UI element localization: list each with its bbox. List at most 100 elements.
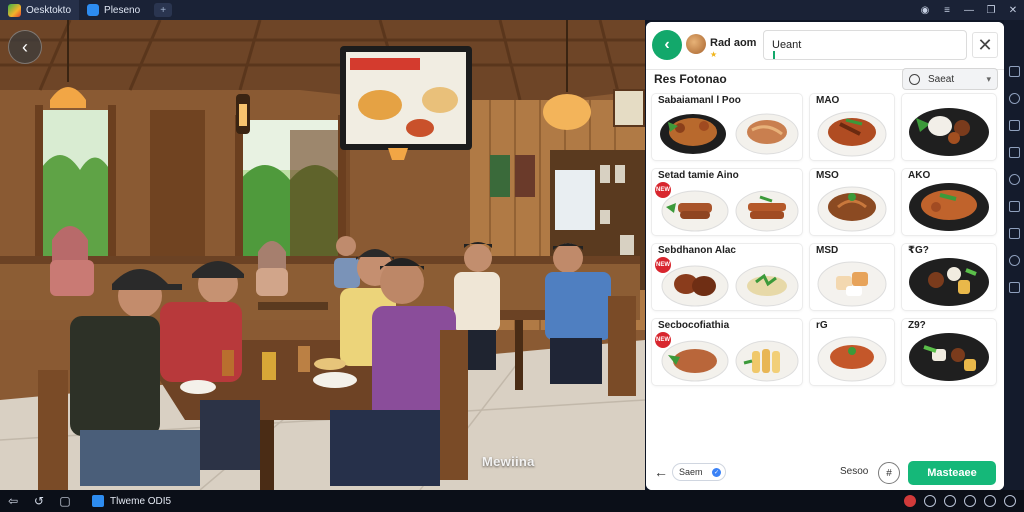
- volume-icon[interactable]: [1008, 93, 1020, 104]
- menu-grid: Sabaiamanl l Poo MAO Setad tamie Aino NE…: [652, 92, 998, 392]
- food-plate-image: [817, 186, 887, 232]
- food-plate-image: [909, 108, 989, 156]
- menu-item-card[interactable]: rG: [810, 319, 894, 385]
- food-plate-image: [817, 261, 887, 307]
- food-plate-image: [735, 340, 799, 382]
- share-tray-icon[interactable]: [964, 495, 976, 507]
- footer-back-icon[interactable]: ←: [654, 464, 668, 480]
- menu-item-card[interactable]: Sabaiamanl l Poo: [652, 94, 802, 160]
- menu-item-card[interactable]: Sebdhanon Alac NEW: [652, 244, 802, 310]
- menu-item-label: MSO: [816, 170, 839, 181]
- tab-app[interactable]: Pleseno: [79, 0, 148, 20]
- menu-item-label: Secbocofiathia: [658, 320, 730, 331]
- close-icon[interactable]: ✕: [972, 32, 998, 58]
- menu-row: Sabaiamanl l Poo MAO: [652, 92, 998, 167]
- chevron-down-icon: ▾: [986, 73, 991, 84]
- settings-icon[interactable]: [1008, 255, 1020, 266]
- hashtag-filter-button[interactable]: #: [878, 462, 900, 484]
- menu-item-card[interactable]: Setad tamie Aino NEW: [652, 169, 802, 235]
- primary-action-button[interactable]: Masteaee: [908, 461, 996, 485]
- clock-icon: [909, 73, 920, 85]
- new-tab-button[interactable]: +: [154, 3, 173, 17]
- search-input[interactable]: Ueant: [763, 30, 967, 60]
- menu-item-card[interactable]: MAO: [810, 94, 894, 160]
- restaurant-scene: ‹ Mewiina: [0, 20, 645, 490]
- food-plate-image: [817, 111, 887, 157]
- screenshot-icon[interactable]: [1008, 120, 1020, 131]
- food-plate-image: [661, 190, 729, 232]
- text-cursor: [773, 51, 775, 59]
- more-tray-icon[interactable]: [1004, 495, 1016, 507]
- tab-emulator-label: Oesktokto: [26, 4, 72, 16]
- section-title: Res Fotonao: [654, 72, 727, 86]
- record-tray-icon[interactable]: [904, 495, 916, 507]
- app-icon: [87, 4, 100, 16]
- fullscreen-icon[interactable]: [1008, 66, 1020, 77]
- title-bar: Oesktokto Pleseno + ◉ ≡ — ❐ ✕: [0, 0, 1024, 20]
- panel-footer: ← Saem ✓ Sesoo # Masteaee: [646, 454, 1004, 490]
- menu-item-card[interactable]: AKO: [902, 169, 996, 235]
- restaurant-illustration: [0, 20, 645, 490]
- recents-nav-icon[interactable]: ▢: [52, 494, 78, 508]
- maximize-icon[interactable]: ❐: [980, 0, 1002, 20]
- bottom-taskbar: ⇦ ↺ ▢ Tlweme ODI5: [0, 490, 1024, 512]
- menu-row: Setad tamie Aino NEW MSO AKO: [652, 167, 998, 242]
- menu-item-card[interactable]: MSD: [810, 244, 894, 310]
- taskbar-app[interactable]: Tlweme ODI5: [92, 495, 171, 507]
- minimize-icon[interactable]: —: [958, 0, 980, 20]
- menu-row: Secbocofiathia NEW rG Z9?: [652, 317, 998, 392]
- close-window-icon[interactable]: ✕: [1002, 0, 1024, 20]
- menu-item-label: Sebdhanon Alac: [658, 245, 736, 256]
- menu-item-label: Z9?: [908, 320, 926, 331]
- record-icon[interactable]: ◉: [914, 0, 936, 20]
- menu-item-card[interactable]: Secbocofiathia NEW: [652, 319, 802, 385]
- food-plate-image: [909, 333, 989, 381]
- scene-back-button[interactable]: ‹: [8, 30, 42, 64]
- location-tray-icon[interactable]: [944, 495, 956, 507]
- food-plate-image: [661, 340, 729, 382]
- menu-item-card[interactable]: [902, 94, 996, 160]
- taskbar-tray: [904, 495, 1016, 507]
- more-icon[interactable]: [1008, 282, 1020, 293]
- menu-item-label: Setad tamie Aino: [658, 170, 739, 181]
- menu-item-label: rG: [816, 320, 828, 331]
- menu-item-label: MAO: [816, 95, 840, 106]
- shake-icon[interactable]: [1008, 201, 1020, 212]
- panel-back-button[interactable]: ‹: [652, 30, 682, 60]
- camera-tray-icon[interactable]: [924, 495, 936, 507]
- rating-star-icon: ★: [710, 50, 718, 59]
- food-plate-image: [909, 183, 989, 231]
- food-plate-image: [817, 336, 887, 382]
- taskbar-app-label: Tlweme ODI5: [110, 495, 172, 507]
- chip-check-icon: ✓: [712, 467, 721, 477]
- gamepad-tray-icon[interactable]: [984, 495, 996, 507]
- food-plate-image: [735, 190, 799, 232]
- restaurant-avatar: [686, 34, 706, 54]
- tab-app-label: Pleseno: [104, 4, 141, 16]
- menu-item-card[interactable]: Z9?: [902, 319, 996, 385]
- menu-item-label: Sabaiamanl l Poo: [658, 95, 741, 106]
- home-nav-icon[interactable]: ↺: [26, 494, 52, 508]
- search-input-value: Ueant: [772, 39, 802, 51]
- emulator-sidebar: [1004, 20, 1024, 490]
- keyboard-icon[interactable]: [1008, 147, 1020, 158]
- filter-chip[interactable]: Saem ✓: [672, 463, 726, 481]
- menu-icon[interactable]: ≡: [936, 0, 958, 20]
- footer-text: Sesoo: [840, 466, 869, 477]
- menu-item-card[interactable]: MSO: [810, 169, 894, 235]
- scene-watermark: Mewiina: [482, 454, 535, 469]
- food-plate-image: [735, 265, 799, 307]
- panel-header: ‹ Rad aom ★ Ueant ✕: [646, 22, 1004, 70]
- rotate-icon[interactable]: [1008, 228, 1020, 239]
- menu-panel: ‹ Rad aom ★ Ueant ✕ Res Fotonao Saeat ▾ …: [646, 22, 1004, 490]
- food-plate-image: [735, 113, 799, 155]
- window-controls: ◉ ≡ — ❐ ✕: [914, 0, 1024, 20]
- back-nav-icon[interactable]: ⇦: [0, 494, 26, 508]
- food-plate-image: [909, 258, 989, 306]
- tab-emulator[interactable]: Oesktokto: [0, 0, 80, 20]
- location-icon[interactable]: [1008, 174, 1020, 185]
- food-plate-image: [660, 114, 726, 154]
- sort-dropdown-label: Saeat: [928, 73, 955, 85]
- menu-item-card[interactable]: ₹G?: [902, 244, 996, 310]
- sort-dropdown[interactable]: Saeat ▾: [902, 68, 998, 90]
